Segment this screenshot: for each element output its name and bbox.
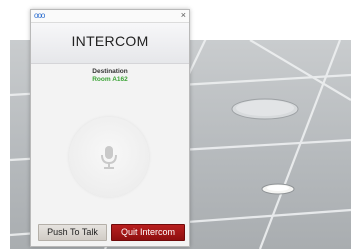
window-titlebar: ooo × — [31, 10, 189, 23]
intercom-window: ooo × INTERCOM Destination Room A162 Pus… — [30, 9, 190, 247]
screen: ooo × INTERCOM Destination Room A162 Pus… — [0, 0, 351, 249]
destination-label: Destination — [92, 68, 128, 75]
ceiling-speaker — [231, 98, 299, 120]
microphone-icon — [101, 146, 117, 169]
ceiling-light — [261, 183, 295, 195]
destination-value: Room A162 — [92, 76, 128, 83]
page-title: INTERCOM — [71, 33, 149, 49]
window-controls-icon[interactable]: ooo — [34, 11, 45, 20]
microphone-button[interactable] — [69, 117, 149, 197]
app-header: INTERCOM — [31, 23, 189, 64]
close-icon[interactable]: × — [181, 10, 186, 21]
push-to-talk-button[interactable]: Push To Talk — [38, 224, 107, 241]
quit-intercom-button[interactable]: Quit Intercom — [111, 224, 185, 241]
